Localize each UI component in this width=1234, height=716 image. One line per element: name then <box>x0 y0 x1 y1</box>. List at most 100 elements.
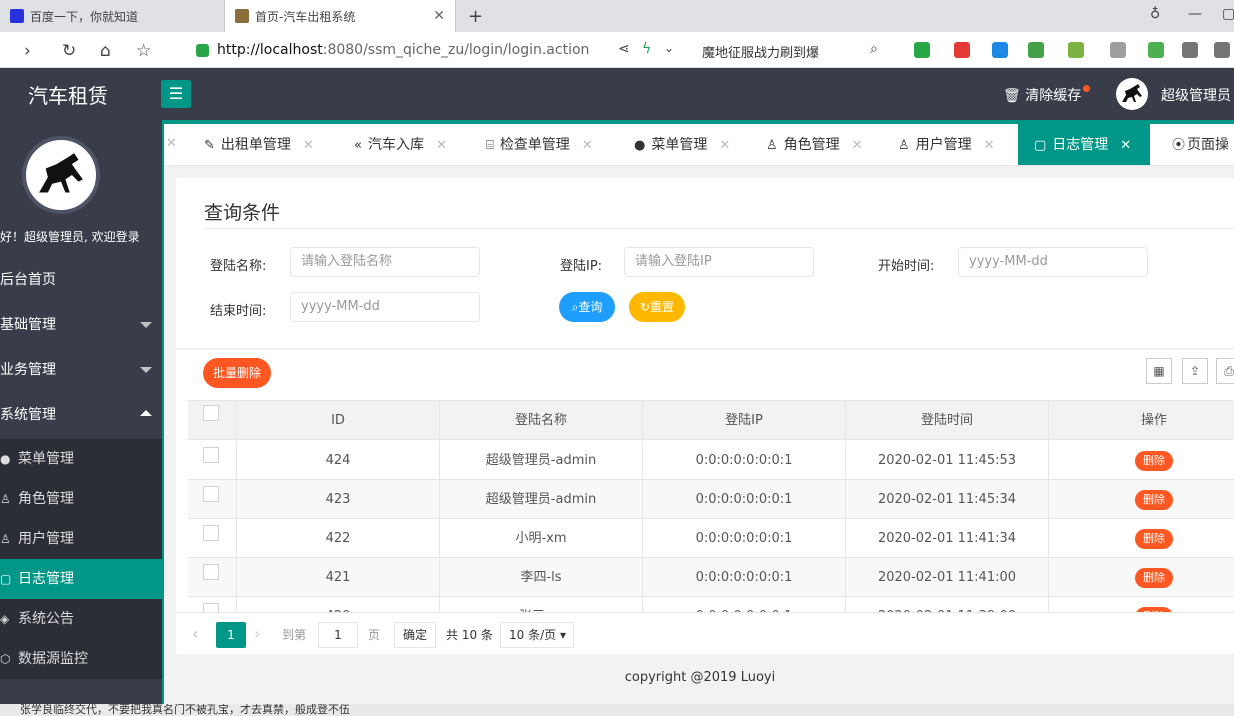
close-icon[interactable]: ✕ <box>166 136 177 151</box>
new-tab-button[interactable]: + <box>458 0 488 32</box>
close-icon[interactable]: ✕ <box>303 138 314 153</box>
sidebar-item-menu[interactable]: ● 菜单管理 <box>0 439 162 479</box>
reload-icon[interactable]: ↻ <box>62 41 76 61</box>
sidebar-item-notice[interactable]: ◈ 系统公告 <box>0 599 162 639</box>
close-icon[interactable]: ✕ <box>582 138 593 153</box>
column-header-id[interactable]: ID <box>237 401 440 440</box>
sidebar-item-home[interactable]: 后台首页 <box>0 260 162 300</box>
gamepad-icon[interactable] <box>1028 42 1044 58</box>
sidebar-item-datasource[interactable]: ⬡ 数据源监控 <box>0 639 162 679</box>
sidebar-item-basic[interactable]: 基础管理 <box>0 305 162 345</box>
goto-confirm-button[interactable]: 确定 <box>394 622 436 648</box>
lightning-icon[interactable]: ϟ <box>642 41 651 57</box>
tab-menu[interactable]: ● 菜单管理 ✕ <box>634 124 730 165</box>
forward-icon[interactable]: › <box>24 41 31 61</box>
headphones-icon[interactable] <box>1182 42 1198 58</box>
news-ticker-text[interactable]: 张学良临终交代，不要把我真名门不被孔宝，才去真禁，般成登不伍 <box>20 704 350 716</box>
yuan-icon[interactable] <box>1068 42 1084 58</box>
prev-page-icon[interactable]: ‹ <box>192 622 198 648</box>
pagination: ‹ 1 › 到第 1 页 确定 共 10 条 10 条/页 ▾ <box>176 612 1234 654</box>
close-icon[interactable]: ✕ <box>852 138 863 153</box>
login-ip-input[interactable]: 请输入登陆IP <box>624 247 814 277</box>
start-time-input[interactable]: yyyy-MM-dd <box>958 247 1148 277</box>
app-logo: 汽车租赁 <box>28 84 108 108</box>
reset-button-label: 重置 <box>650 300 675 314</box>
delete-button[interactable]: 删除 <box>1135 567 1173 588</box>
sidebar-item-user[interactable]: ♙ 用户管理 <box>0 519 162 559</box>
hot-search-text[interactable]: 魔地征服战力刷到爆 <box>702 42 819 61</box>
maximize-icon[interactable]: ▢ <box>1222 6 1234 22</box>
close-icon[interactable]: ✕ <box>719 138 730 153</box>
extension-icon[interactable] <box>914 42 930 58</box>
share-icon[interactable]: ⋖ <box>618 41 630 57</box>
browser-tab-title: 首页-汽车出租系统 <box>255 9 356 24</box>
grid-icon[interactable] <box>1110 42 1126 58</box>
page-number-current[interactable]: 1 <box>216 622 246 648</box>
columns-filter-icon[interactable]: ▦ <box>1146 358 1172 384</box>
tab-label: 页面操 <box>1187 137 1230 153</box>
browser-tab-bar: 百度一下，你就知道 首页-汽车出租系统 ✕ + ♁ — ▢ <box>0 0 1234 32</box>
row-checkbox[interactable] <box>203 447 219 463</box>
menu-toggle-button[interactable]: ☰ <box>161 80 191 108</box>
tab-log[interactable]: ▢ 日志管理 ✕ <box>1018 124 1150 165</box>
home-icon[interactable]: ⌂ <box>100 41 111 61</box>
reset-button[interactable]: ↻重置 <box>629 292 685 322</box>
row-checkbox[interactable] <box>203 486 219 502</box>
tab-user[interactable]: ♙ 用户管理 ✕ <box>898 124 995 165</box>
login-ip-label: 登陆IP: <box>560 259 603 274</box>
sidebar-item-log[interactable]: ▢ 日志管理 <box>0 559 162 599</box>
cell-id: 423 <box>237 480 440 519</box>
search-button[interactable]: ⌕查询 <box>559 292 615 322</box>
end-time-input[interactable]: yyyy-MM-dd <box>290 292 480 322</box>
select-all-checkbox[interactable] <box>203 405 219 421</box>
batch-delete-button[interactable]: 批量删除 <box>203 358 271 388</box>
page-size-select[interactable]: 10 条/页 ▾ <box>500 622 574 648</box>
minimize-icon[interactable]: — <box>1188 6 1202 22</box>
column-header-login-ip[interactable]: 登陆IP <box>643 401 846 440</box>
user-name[interactable]: 超级管理员 <box>1161 85 1231 105</box>
horse-icon <box>1122 84 1142 102</box>
search-icon[interactable]: ⌕ <box>870 41 878 57</box>
shirt-icon[interactable]: ♁ <box>1150 6 1160 22</box>
undo-icon[interactable] <box>1214 42 1230 58</box>
sidebar-item-system[interactable]: 系统管理 <box>0 395 162 435</box>
close-icon[interactable]: ✕ <box>1120 138 1131 153</box>
column-header-login-name[interactable]: 登陆名称 <box>440 401 643 440</box>
clear-cache-button[interactable]: 🗑 清除缓存 <box>1003 85 1081 105</box>
delete-button[interactable]: 删除 <box>1135 450 1173 471</box>
clear-cache-label: 清除缓存 <box>1025 88 1082 104</box>
delete-button[interactable]: 删除 <box>1135 489 1173 510</box>
next-page-icon[interactable]: › <box>254 622 260 648</box>
close-icon[interactable]: ✕ <box>436 138 447 153</box>
url-field[interactable]: http://localhost:8080/ssm_qiche_zu/login… <box>196 39 666 61</box>
sidebar-item-label: 基础管理 <box>0 317 56 333</box>
welcome-text: 好！超级管理员, 欢迎登录 <box>0 230 140 244</box>
tab-inspection[interactable]: ⌸ 检查单管理 ✕ <box>486 124 593 165</box>
copyright-footer: copyright @2019 Luoyi <box>624 670 776 685</box>
browser-tab-active[interactable]: 首页-汽车出租系统 ✕ <box>224 0 456 32</box>
tab-role[interactable]: ♙ 角色管理 ✕ <box>766 124 863 165</box>
goto-page-input[interactable]: 1 <box>318 622 358 648</box>
login-name-input[interactable]: 请输入登陆名称 <box>290 247 480 277</box>
delete-button[interactable]: 删除 <box>1135 528 1173 549</box>
tab-page-ops[interactable]: ⦿ 页面操 <box>1172 124 1230 165</box>
tab-car-storage[interactable]: « 汽车入库 ✕ <box>354 124 447 165</box>
cell-login-time: 2020-02-01 11:45:53 <box>846 441 1049 480</box>
print-icon[interactable]: ⎙ <box>1216 358 1234 384</box>
magnifier-icon[interactable] <box>992 42 1008 58</box>
tab-rental-orders[interactable]: ✎ 出租单管理 ✕ <box>204 124 314 165</box>
sidebar-item-role[interactable]: ♙ 角色管理 <box>0 479 162 519</box>
close-tab-icon[interactable]: ✕ <box>433 8 445 24</box>
battery-icon[interactable] <box>1148 42 1164 58</box>
export-icon[interactable]: ⇪ <box>1182 358 1208 384</box>
sidebar-item-business[interactable]: 业务管理 <box>0 350 162 390</box>
browser-tab-baidu[interactable]: 百度一下，你就知道 <box>0 0 222 32</box>
scissors-icon[interactable] <box>954 42 970 58</box>
user-avatar[interactable] <box>1116 78 1148 110</box>
row-checkbox[interactable] <box>203 525 219 541</box>
row-checkbox[interactable] <box>203 564 219 580</box>
chevron-down-icon[interactable]: ⌄ <box>664 41 674 55</box>
star-icon[interactable]: ☆ <box>136 41 151 61</box>
close-icon[interactable]: ✕ <box>984 138 995 153</box>
column-header-login-time[interactable]: 登陆时间 <box>846 401 1049 440</box>
